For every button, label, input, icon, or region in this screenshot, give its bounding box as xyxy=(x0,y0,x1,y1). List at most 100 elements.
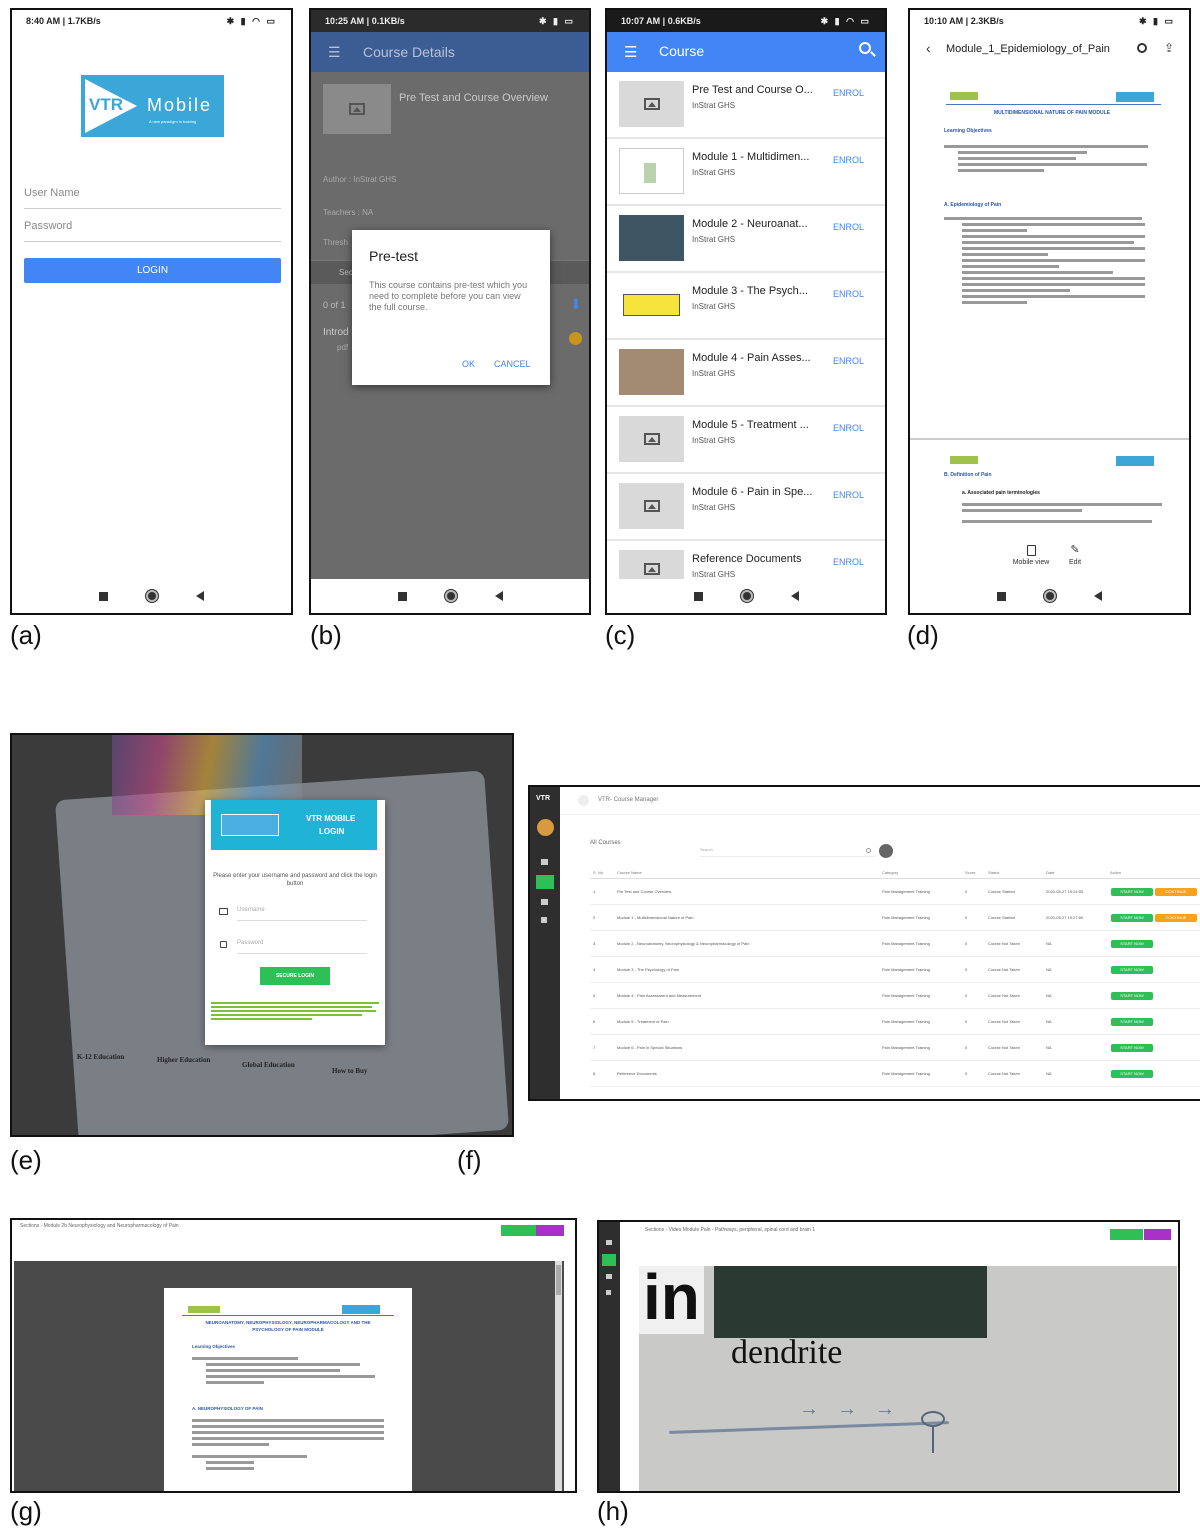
start-now-button[interactable]: START NOW xyxy=(1111,992,1153,1000)
dialog-ok-button[interactable]: OK xyxy=(462,359,475,369)
back-button[interactable] xyxy=(536,1225,564,1236)
recents-icon[interactable] xyxy=(397,591,407,601)
back-icon[interactable] xyxy=(1094,591,1102,601)
enrol-button[interactable]: ENROL xyxy=(833,557,864,567)
search-icon[interactable] xyxy=(1137,43,1147,53)
sidebar-item-dashboard[interactable] xyxy=(541,859,548,865)
mobile-view-button[interactable]: Mobile view xyxy=(1006,545,1056,566)
image-placeholder-icon xyxy=(643,98,660,110)
back-button[interactable] xyxy=(1144,1229,1171,1240)
video-sketch-line xyxy=(669,1421,949,1434)
sidebar-item-lock[interactable] xyxy=(541,917,547,923)
list-item[interactable]: Module 4 - Pain Asses... InStrat GHS ENR… xyxy=(607,340,885,407)
scrollbar-thumb[interactable] xyxy=(556,1265,561,1295)
pdf-page: NEUROANATOMY, NEUROPHYSIOLOGY, NEUROPHAR… xyxy=(164,1288,412,1491)
enrol-button[interactable]: ENROL xyxy=(833,356,864,366)
sidebar-item-list[interactable] xyxy=(541,899,548,905)
vtr-mini-logo xyxy=(342,1305,380,1314)
video-player[interactable]: in dendrite →→→ xyxy=(639,1266,1177,1491)
background-text-block: K-12 Education Higher Education Global E… xyxy=(77,1053,417,1123)
secure-login-button[interactable]: SECURE LOGIN xyxy=(260,967,330,985)
password-field[interactable]: Password xyxy=(24,220,281,242)
course-sub: InStrat GHS xyxy=(692,503,736,512)
recents-icon[interactable] xyxy=(693,591,703,601)
enrol-button[interactable]: ENROL xyxy=(833,423,864,433)
recents-icon[interactable] xyxy=(997,591,1006,601)
list-item[interactable]: Module 6 - Pain in Spe... InStrat GHS EN… xyxy=(607,474,885,541)
doc-section-a: A. Epidemiology of Pain xyxy=(944,202,1002,208)
enrol-button[interactable]: ENROL xyxy=(833,289,864,299)
edit-button[interactable]: ✎ Edit xyxy=(1060,544,1090,567)
vtr-mini-logo xyxy=(221,814,279,836)
list-item[interactable]: Pre Test and Course O... InStrat GHS ENR… xyxy=(607,72,885,139)
login-button[interactable]: LOGIN xyxy=(24,258,281,283)
edit-label: Edit xyxy=(1068,559,1082,566)
course-sub: InStrat GHS xyxy=(692,436,736,445)
finished-button[interactable] xyxy=(501,1225,536,1236)
download-icon[interactable]: ⬇ xyxy=(570,296,582,313)
back-icon[interactable] xyxy=(196,591,204,601)
course-title: Module 4 - Pain Asses... xyxy=(692,352,811,364)
search-icon[interactable] xyxy=(866,848,871,853)
menu-icon[interactable]: ☰ xyxy=(624,43,637,61)
enrol-button[interactable]: ENROL xyxy=(833,490,864,500)
sidebar-item-list[interactable] xyxy=(606,1274,612,1279)
refresh-icon[interactable] xyxy=(879,844,893,858)
start-now-button[interactable]: START NOW xyxy=(1111,888,1153,896)
intro-item-label[interactable]: Introd xyxy=(323,327,349,338)
list-item[interactable]: Module 5 - Treatment ... InStrat GHS ENR… xyxy=(607,407,885,474)
start-now-button[interactable]: START NOW xyxy=(1111,1018,1153,1026)
home-icon[interactable] xyxy=(444,590,457,602)
legal-notice xyxy=(211,1000,379,1022)
home-icon[interactable] xyxy=(146,590,158,602)
password-input[interactable]: Password xyxy=(237,940,367,954)
username-field[interactable]: User Name xyxy=(24,187,281,209)
cell-date: NA xyxy=(1046,941,1052,946)
back-arrow-icon[interactable]: ‹ xyxy=(926,40,931,56)
list-item[interactable]: Module 2 - Neuroanat... InStrat GHS ENRO… xyxy=(607,206,885,273)
enrol-button[interactable]: ENROL xyxy=(833,222,864,232)
dialog-cancel-button[interactable]: CANCEL xyxy=(494,359,531,369)
continue-button[interactable]: CONTINUE xyxy=(1155,888,1197,896)
col-action: Action xyxy=(1110,870,1122,875)
start-now-button[interactable]: START NOW xyxy=(1111,1070,1153,1078)
cell-sno: 3 xyxy=(593,941,596,946)
home-icon[interactable] xyxy=(740,590,753,602)
avatar[interactable] xyxy=(537,819,554,836)
sidebar-item-courses[interactable] xyxy=(602,1254,616,1266)
teachers-label: Teachers : NA xyxy=(323,208,374,217)
sidebar-item-lock[interactable] xyxy=(606,1290,611,1295)
username-input[interactable]: Username xyxy=(237,907,367,921)
section-label: All Courses xyxy=(590,840,621,846)
list-item[interactable]: Module 3 - The Psych... InStrat GHS ENRO… xyxy=(607,273,885,340)
back-icon[interactable] xyxy=(790,591,799,601)
menu-icon[interactable]: ☰ xyxy=(328,44,341,61)
finished-button[interactable] xyxy=(1110,1229,1143,1240)
sidebar-item-dashboard[interactable] xyxy=(606,1240,612,1245)
share-icon[interactable]: ⇪ xyxy=(1164,41,1174,55)
search-input[interactable]: Search xyxy=(700,847,875,857)
start-now-button[interactable]: START NOW xyxy=(1111,940,1153,948)
back-icon[interactable] xyxy=(494,591,503,601)
cell-category: Pain Management Training xyxy=(882,1045,930,1050)
continue-button[interactable]: CONTINUE xyxy=(1155,914,1197,922)
home-icon[interactable] xyxy=(1044,590,1056,602)
start-now-button[interactable]: START NOW xyxy=(1111,914,1153,922)
cell-category: Pain Management Training xyxy=(882,993,930,998)
login-header-title: VTR MOBILE xyxy=(306,814,356,823)
enrol-button[interactable]: ENROL xyxy=(833,88,864,98)
app-bar: ☰ Course xyxy=(607,32,885,72)
recents-icon[interactable] xyxy=(99,591,108,601)
list-item[interactable]: Module 1 - Multidimen... InStrat GHS ENR… xyxy=(607,139,885,206)
start-now-button[interactable]: START NOW xyxy=(1111,966,1153,974)
sidebar-item-courses[interactable] xyxy=(536,875,554,889)
cell-status: Course Started xyxy=(988,915,1015,920)
scrollbar[interactable] xyxy=(555,1261,562,1491)
cell-score: 0 xyxy=(965,1019,968,1024)
cell-course-name: Module 4 - Pain Assessment and Measureme… xyxy=(617,993,702,998)
edit-icon: ✎ xyxy=(1070,544,1080,556)
enrol-button[interactable]: ENROL xyxy=(833,155,864,165)
start-now-button[interactable]: START NOW xyxy=(1111,1044,1153,1052)
menu-icon[interactable] xyxy=(578,795,589,806)
page-divider xyxy=(910,438,1189,440)
